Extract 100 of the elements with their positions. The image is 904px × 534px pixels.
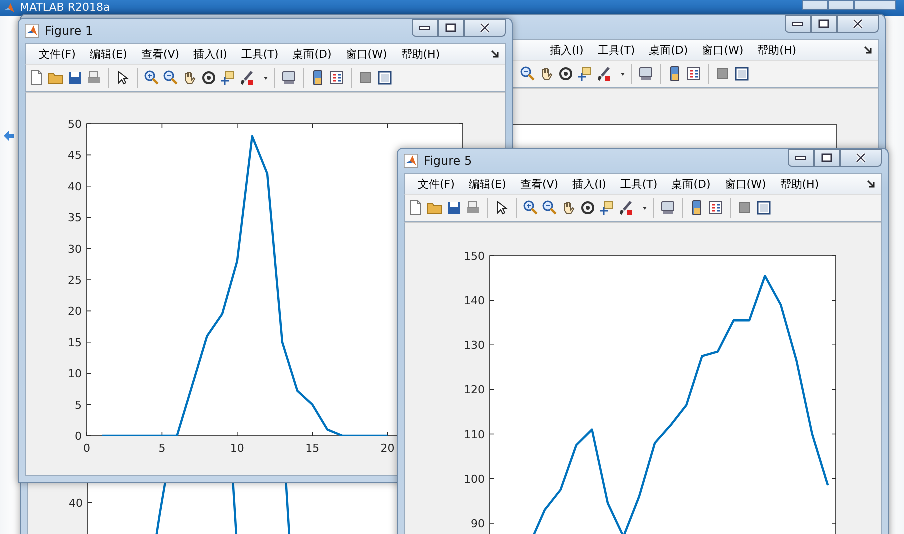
tick-label: 140: [464, 294, 485, 308]
data-cursor-icon[interactable]: [220, 70, 236, 86]
zoom-out-icon[interactable]: [163, 70, 179, 86]
tick-label: 150: [464, 250, 485, 263]
window-icon[interactable]: [734, 66, 750, 82]
back-arrow-icon[interactable]: [3, 130, 15, 142]
menu-item[interactable]: 帮助(H): [394, 46, 448, 62]
matlab-logo-icon: [25, 24, 39, 38]
minimize-button[interactable]: [412, 19, 438, 37]
window-title: Figure 1: [45, 24, 94, 38]
minimize-button[interactable]: [785, 15, 811, 33]
tick-label: 120: [464, 384, 485, 397]
tick-label: 130: [464, 339, 485, 352]
menu-item[interactable]: 桌面(D): [642, 42, 696, 58]
tick-label: 35: [68, 212, 82, 225]
tick-label: 15: [68, 336, 82, 350]
tick-label: 0: [84, 442, 90, 455]
menu-item[interactable]: 帮助(H): [750, 42, 804, 58]
app-title: MATLAB R2018a: [20, 2, 110, 14]
print-icon[interactable]: [465, 200, 481, 216]
tick-label: 110: [464, 428, 485, 442]
menu-item[interactable]: 工具(T): [613, 176, 665, 192]
tick-label: 0: [75, 430, 82, 443]
square-icon[interactable]: [358, 70, 374, 86]
menu-item[interactable]: 桌面(D): [286, 46, 339, 62]
close-button[interactable]: [840, 149, 882, 167]
matlab-logo-icon: [404, 154, 418, 168]
close-icon: [479, 23, 491, 33]
tick-label: 40: [68, 180, 82, 194]
tick-label: 45: [68, 149, 82, 162]
menu-item[interactable]: 文件(F): [411, 176, 462, 192]
close-icon: [852, 19, 864, 29]
close-button[interactable]: [464, 19, 506, 37]
menu-item[interactable]: 插入(I): [566, 176, 614, 192]
minimize-icon: [792, 20, 804, 28]
square-icon[interactable]: [715, 66, 731, 82]
zoom-in-icon[interactable]: [144, 70, 160, 86]
close-icon: [855, 153, 867, 163]
window-icon[interactable]: [377, 70, 393, 86]
save-icon[interactable]: [67, 70, 83, 86]
screen-icon[interactable]: [638, 66, 654, 82]
tick-label: 20: [380, 442, 395, 455]
tick-label: 90: [471, 517, 485, 530]
menu-item[interactable]: 窗口(W): [695, 42, 751, 58]
minimize-button[interactable]: [788, 149, 814, 167]
brush-icon[interactable]: [239, 70, 255, 86]
menu-item[interactable]: 查看(V): [134, 46, 187, 62]
minimize-icon: [419, 24, 431, 32]
zoom-out-icon[interactable]: [520, 66, 536, 82]
tick-label: 50: [68, 118, 82, 131]
corner-arrow-icon[interactable]: [864, 46, 872, 54]
menu-item[interactable]: 窗口(W): [718, 176, 774, 192]
save-icon[interactable]: [446, 200, 462, 216]
matlab-logo-icon: [4, 2, 16, 14]
square-icon[interactable]: [737, 200, 753, 216]
print-icon[interactable]: [86, 70, 102, 86]
tick-label: 100: [464, 472, 485, 486]
zoom-out-icon[interactable]: [542, 200, 558, 216]
tick-label: 40: [69, 497, 83, 510]
legend-icon[interactable]: [708, 200, 724, 216]
maximize-button[interactable]: [811, 15, 837, 33]
tick-label: 10: [230, 442, 244, 455]
menu-item[interactable]: 编辑(E): [82, 46, 134, 62]
menu-item[interactable]: 工具(T): [590, 42, 642, 58]
menu-item[interactable]: 工具(T): [234, 46, 286, 62]
tick-label: 10: [68, 368, 82, 381]
data-cursor-icon[interactable]: [577, 66, 593, 82]
menu-item[interactable]: 文件(F): [32, 46, 83, 62]
maximize-button[interactable]: [438, 19, 464, 37]
tick-label: 5: [75, 398, 82, 412]
tick-label: 25: [68, 274, 82, 287]
menu-item[interactable]: 帮助(H): [773, 176, 826, 192]
new-file-icon[interactable]: [29, 70, 45, 86]
menu-item[interactable]: 编辑(E): [462, 176, 514, 192]
maximize-button[interactable]: [814, 149, 840, 167]
zoom-in-icon[interactable]: [523, 200, 539, 216]
maximize-icon: [818, 19, 830, 29]
maximize-icon: [445, 23, 457, 33]
minimize-icon: [795, 154, 807, 162]
new-file-icon[interactable]: [408, 200, 424, 216]
tick-label: 5: [158, 442, 166, 455]
window-icon[interactable]: [756, 200, 772, 216]
menu-item[interactable]: 查看(V): [513, 176, 566, 192]
menu-item[interactable]: 窗口(W): [338, 46, 394, 62]
corner-arrow-icon[interactable]: [491, 50, 499, 58]
maximize-icon: [821, 153, 833, 163]
corner-arrow-icon[interactable]: [867, 180, 875, 188]
menu-item[interactable]: 插入(I): [186, 46, 234, 62]
brush-icon[interactable]: [618, 200, 634, 216]
legend-icon[interactable]: [329, 70, 345, 86]
menu-item[interactable]: 桌面(D): [664, 176, 718, 192]
data-cursor-icon[interactable]: [599, 200, 615, 216]
menu-item[interactable]: 插入(I): [543, 42, 591, 58]
screen-icon[interactable]: [281, 70, 297, 86]
tick-label: 30: [68, 242, 82, 256]
close-button[interactable]: [837, 15, 879, 33]
legend-icon[interactable]: [686, 66, 702, 82]
brush-icon[interactable]: [596, 66, 612, 82]
tick-label: 20: [68, 305, 82, 318]
screen-icon[interactable]: [660, 200, 676, 216]
